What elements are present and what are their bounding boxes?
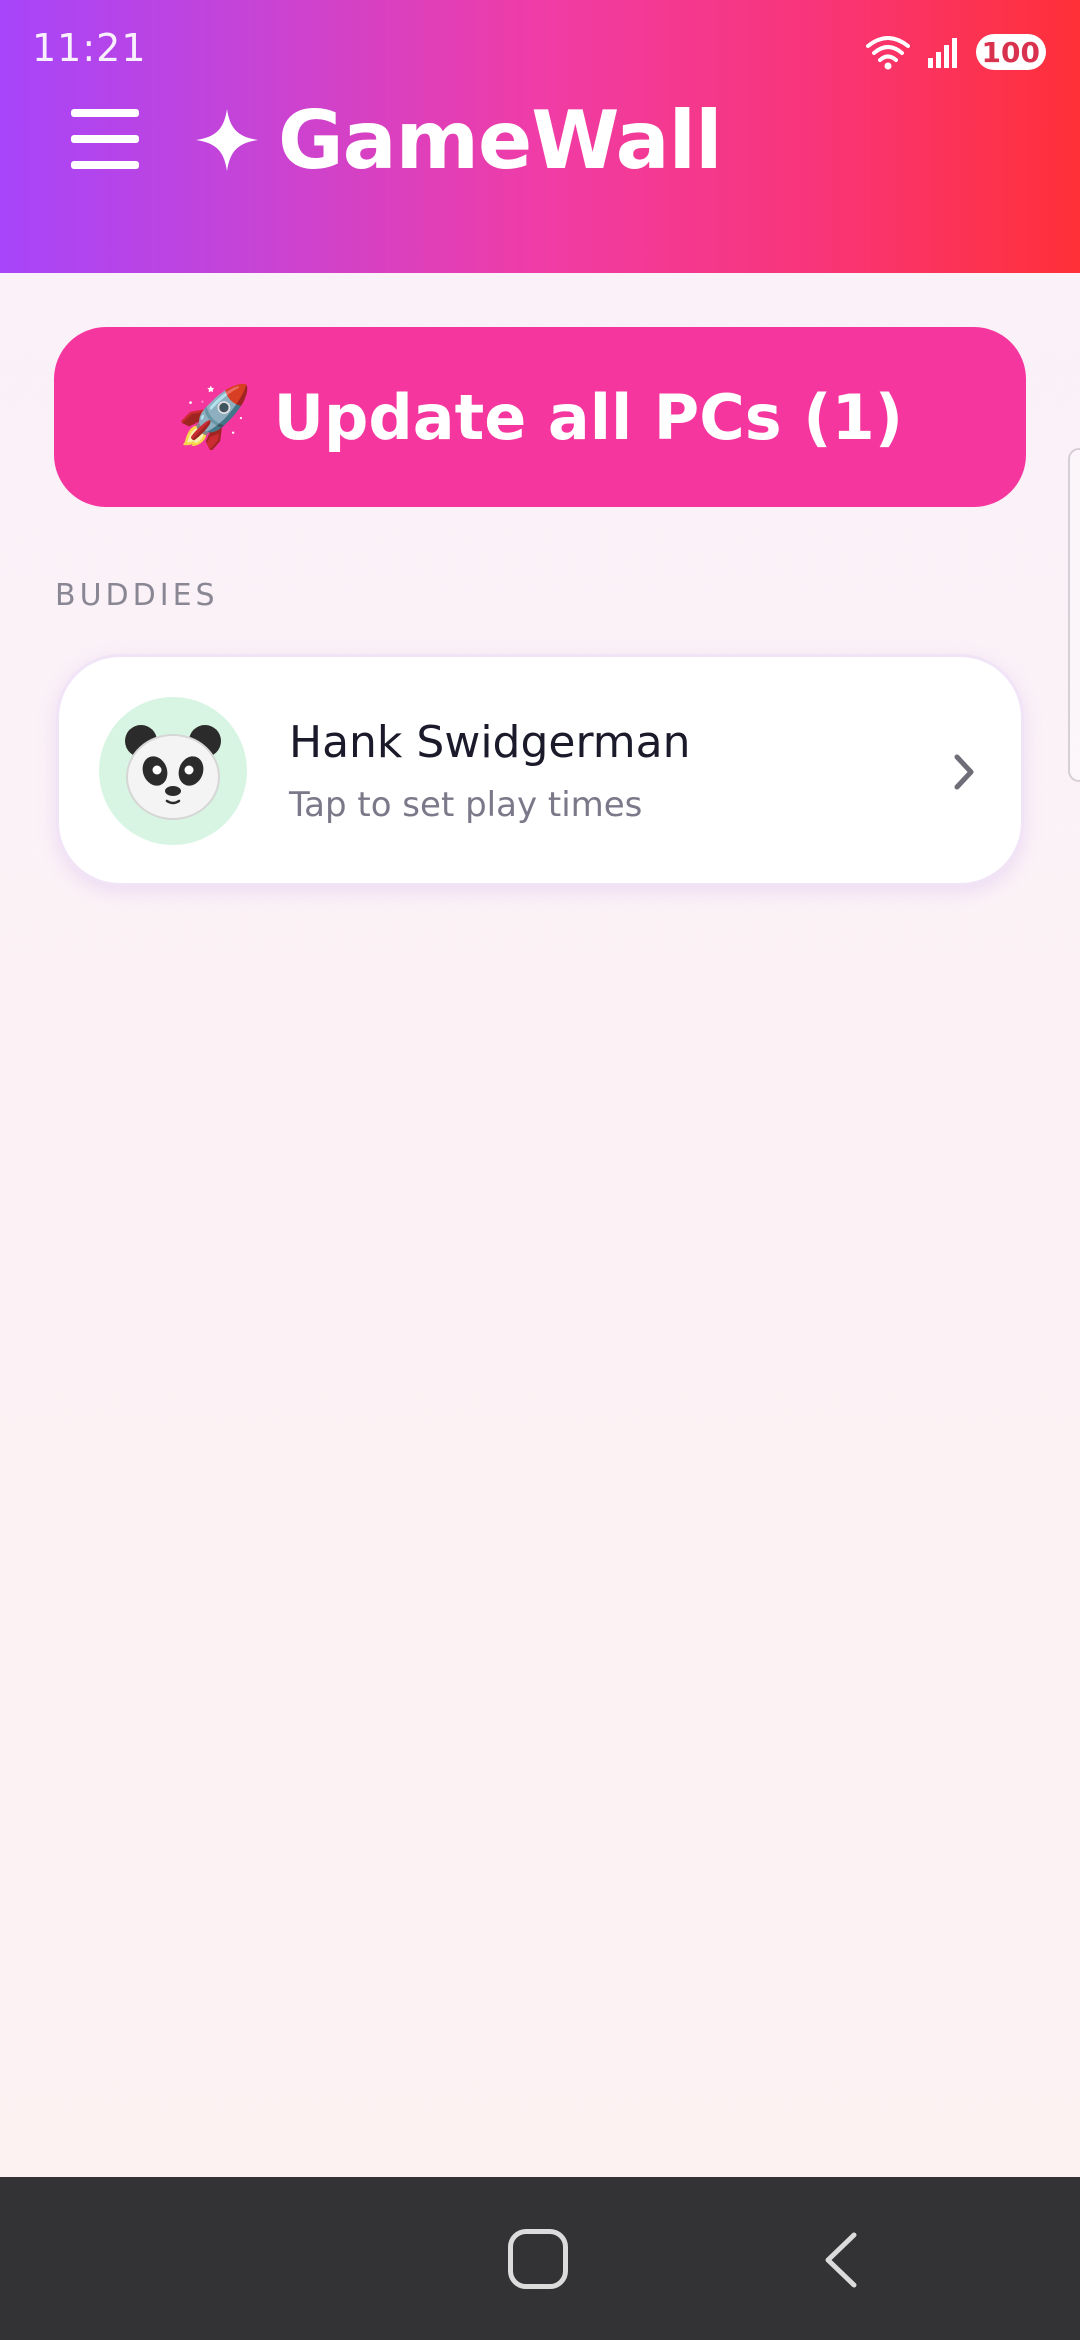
- battery-icon: 100: [975, 34, 1046, 70]
- wifi-icon: [865, 36, 910, 70]
- app-title-group: GameWall: [196, 88, 722, 192]
- chevron-right-icon: [954, 754, 974, 790]
- system-nav-bar: [0, 2177, 1080, 2340]
- panda-avatar-icon: [125, 725, 221, 820]
- status-time: 11:21: [32, 26, 147, 70]
- hamburger-menu-icon: [71, 109, 139, 169]
- back-icon[interactable]: [818, 2229, 864, 2291]
- update-all-pcs-button[interactable]: 🚀 Update all PCs (1): [54, 327, 1026, 507]
- buddy-card[interactable]: Hank Swidgerman Tap to set play times: [56, 654, 1024, 886]
- avatar: [99, 697, 247, 845]
- buddies-section-label: BUDDIES: [55, 578, 219, 613]
- home-icon[interactable]: [508, 2229, 568, 2289]
- buddy-name: Hank Swidgerman: [289, 717, 691, 768]
- app-title: GameWall: [278, 93, 722, 187]
- scroll-indicator[interactable]: [1068, 448, 1080, 782]
- menu-button[interactable]: [62, 96, 148, 182]
- status-icons: 100: [864, 30, 1046, 74]
- rocket-icon: 🚀: [176, 382, 252, 452]
- sparkle-icon: [196, 109, 258, 171]
- update-all-pcs-label: Update all PCs (1): [273, 380, 904, 454]
- signal-icon: [927, 38, 957, 68]
- buddy-subtitle: Tap to set play times: [289, 785, 643, 825]
- app-header: 11:21 100 GameWall: [0, 0, 1080, 273]
